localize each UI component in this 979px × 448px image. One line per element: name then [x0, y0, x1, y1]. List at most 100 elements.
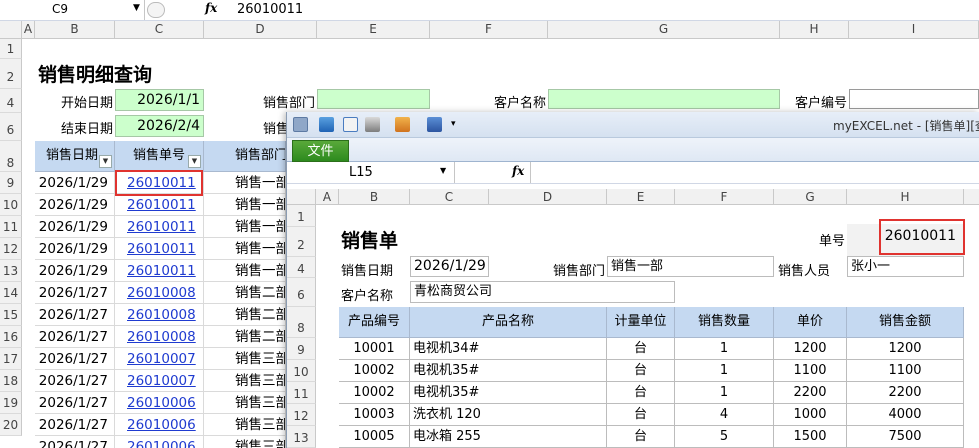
order-no-value[interactable]: 26010011: [879, 219, 965, 255]
fx-icon[interactable]: fx: [512, 164, 524, 178]
export-pdf-icon[interactable]: [343, 117, 358, 132]
row-header[interactable]: 10: [287, 360, 316, 382]
window-icon[interactable]: [293, 117, 308, 132]
customer-field[interactable]: 青松商贸公司: [410, 281, 675, 303]
record-dept-cell: 销售一部: [204, 172, 286, 194]
window-formula-input[interactable]: [530, 162, 979, 183]
customize-toolbar-icon[interactable]: ▾: [451, 119, 456, 129]
row-header[interactable]: 1: [0, 39, 22, 59]
row-header[interactable]: 19: [0, 392, 22, 414]
column-header[interactable]: A: [316, 189, 339, 205]
record-no-cell[interactable]: 26010006: [115, 414, 204, 436]
record-no-cell[interactable]: 26010011: [115, 238, 204, 260]
select-all-corner[interactable]: [0, 21, 22, 39]
row-header[interactable]: 11: [287, 382, 316, 404]
print-preview-icon[interactable]: [319, 117, 334, 132]
items-header-qty: 销售数量: [675, 307, 774, 338]
record-no-cell[interactable]: 26010011: [115, 260, 204, 282]
customer-field[interactable]: [548, 89, 780, 109]
column-header[interactable]: E: [607, 189, 675, 205]
select-all-corner[interactable]: [287, 189, 316, 205]
column-header[interactable]: E: [317, 21, 430, 39]
end-date-field[interactable]: 2026/2/4: [115, 115, 204, 137]
record-no-cell[interactable]: 26010007: [115, 370, 204, 392]
row-header[interactable]: 2: [287, 227, 316, 257]
row-header[interactable]: 15: [0, 304, 22, 326]
column-header[interactable]: F: [675, 189, 774, 205]
column-header[interactable]: G: [774, 189, 847, 205]
row-header[interactable]: 16: [0, 326, 22, 348]
formula-input[interactable]: 26010011: [237, 0, 303, 19]
record-no-cell[interactable]: 26010008: [115, 282, 204, 304]
row-header[interactable]: 20: [0, 414, 22, 436]
row-header[interactable]: 4: [0, 89, 22, 113]
row-header[interactable]: 10: [0, 194, 22, 216]
seller-field[interactable]: 张小一: [847, 256, 964, 277]
record-no-cell[interactable]: 26010008: [115, 304, 204, 326]
col-header-no: 销售单号 ▼: [115, 141, 204, 172]
column-header[interactable]: C: [115, 21, 204, 39]
column-header[interactable]: I: [849, 21, 979, 39]
window-name-box[interactable]: L15 ▼: [287, 162, 455, 183]
row-header[interactable]: 14: [0, 282, 22, 304]
row-header[interactable]: 18: [0, 370, 22, 392]
row-header[interactable]: 13: [287, 426, 316, 448]
row-header[interactable]: 4: [287, 257, 316, 278]
dept-field[interactable]: [317, 89, 430, 109]
date-field[interactable]: 2026/1/29: [410, 256, 489, 277]
row-header[interactable]: 6: [287, 278, 316, 307]
row-header[interactable]: 6: [0, 113, 22, 141]
record-no-cell[interactable]: 26010008: [115, 326, 204, 348]
customer-no-field[interactable]: [849, 89, 979, 109]
window-formula-bar: L15 ▼ fx: [287, 162, 979, 184]
row-header[interactable]: 11: [0, 216, 22, 238]
row-header[interactable]: 13: [0, 260, 22, 282]
column-header[interactable]: D: [489, 189, 607, 205]
print-icon[interactable]: [365, 117, 380, 132]
column-header[interactable]: H: [780, 21, 849, 39]
record-no-cell[interactable]: 26010006: [115, 392, 204, 414]
file-tab[interactable]: 文件: [292, 140, 349, 162]
start-date-field[interactable]: 2026/1/1: [115, 89, 204, 111]
sales-order-window: ▾ myEXCEL.net - [销售单][查 文件 L15 ▼ fx A B …: [286, 112, 979, 448]
chevron-down-icon[interactable]: ▼: [133, 0, 140, 18]
record-no-cell[interactable]: 26010007: [115, 348, 204, 370]
record-no-cell[interactable]: 26010011: [115, 216, 204, 238]
column-header[interactable]: D: [204, 21, 317, 39]
filter-dropdown-icon[interactable]: ▼: [188, 155, 201, 168]
column-header[interactable]: B: [339, 189, 410, 205]
item-price-cell: 1100: [774, 360, 847, 382]
dept-field[interactable]: 销售一部: [607, 256, 774, 277]
form-title: 销售单: [341, 230, 399, 252]
row-header[interactable]: 17: [0, 348, 22, 370]
column-header[interactable]: H: [847, 189, 964, 205]
dept-label: 销售部门: [263, 96, 316, 111]
row-header[interactable]: 8: [0, 141, 22, 172]
row-header[interactable]: 9: [0, 172, 22, 194]
column-header[interactable]: F: [430, 21, 548, 39]
fx-icon[interactable]: fx: [205, 1, 217, 15]
row-header[interactable]: 8: [287, 307, 316, 338]
cancel-edit-icon[interactable]: [147, 2, 165, 18]
name-box[interactable]: C9 ▼: [0, 0, 145, 20]
row-header[interactable]: 2: [0, 59, 22, 89]
copy-icon[interactable]: [395, 117, 410, 132]
row-header[interactable]: 12: [287, 404, 316, 426]
record-no-cell[interactable]: 26010011: [115, 194, 204, 216]
column-header[interactable]: C: [410, 189, 489, 205]
filter-dropdown-icon[interactable]: ▼: [99, 155, 112, 168]
row-header[interactable]: 9: [287, 338, 316, 360]
item-amount-cell: 7500: [847, 426, 964, 448]
row-header[interactable]: 1: [287, 205, 316, 227]
record-no-cell[interactable]: 26010006: [115, 436, 204, 448]
exit-icon[interactable]: [427, 117, 442, 132]
date-label: 销售日期: [341, 264, 394, 279]
row-header[interactable]: 12: [0, 238, 22, 260]
column-header[interactable]: A: [22, 21, 35, 39]
item-unit-cell: 台: [607, 404, 675, 426]
formula-buttons: fx: [147, 0, 225, 20]
item-code-cell: 10005: [339, 426, 410, 448]
column-header[interactable]: G: [548, 21, 780, 39]
chevron-down-icon[interactable]: ▼: [440, 166, 446, 175]
column-header[interactable]: B: [35, 21, 115, 39]
